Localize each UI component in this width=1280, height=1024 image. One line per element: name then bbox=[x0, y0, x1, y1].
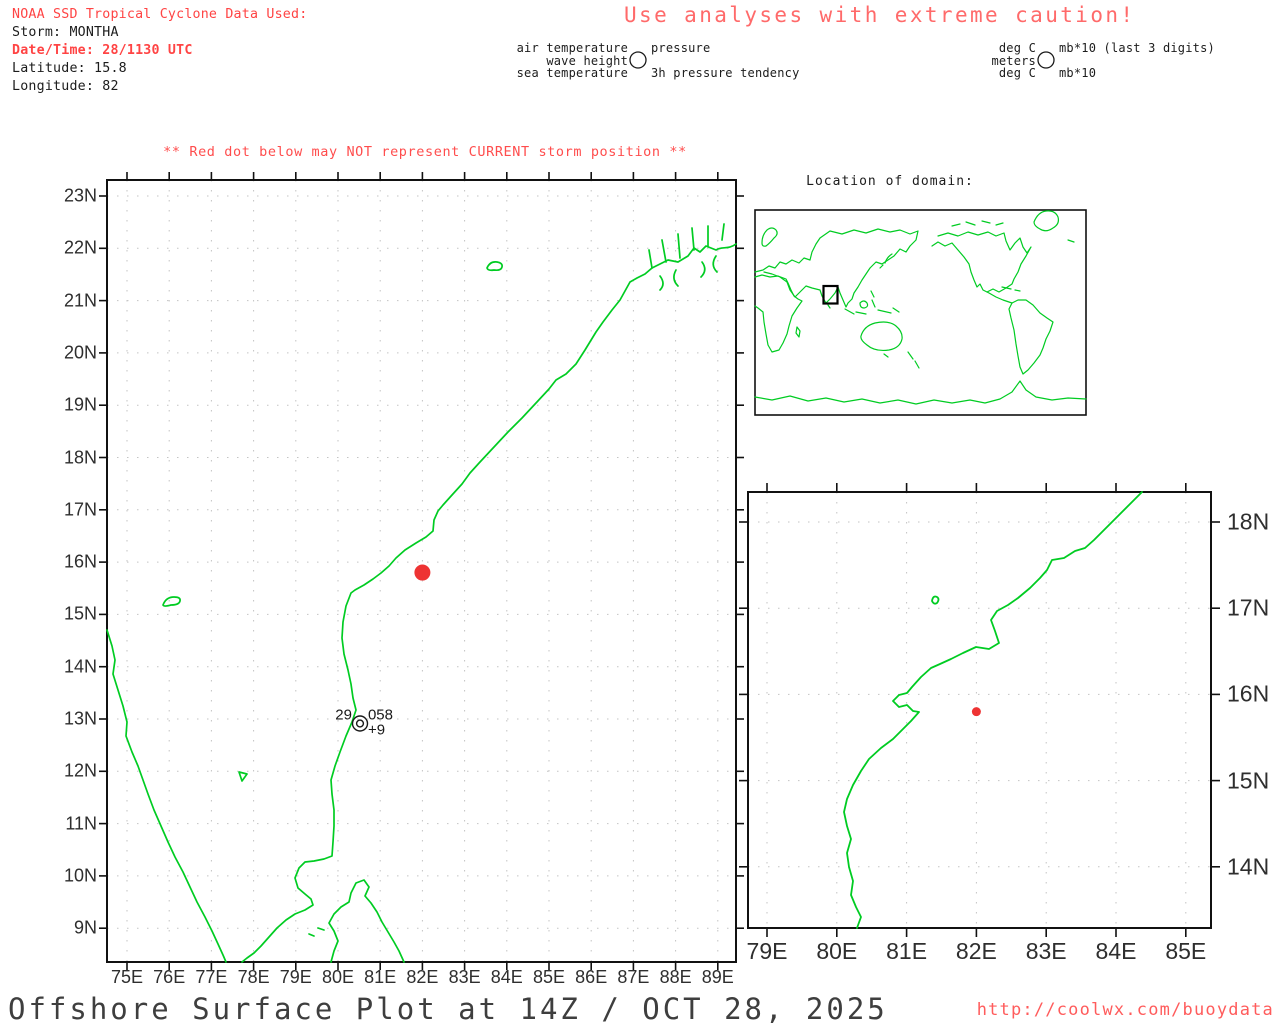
lat-tick-label: 13N bbox=[63, 708, 97, 729]
lon-tick-label: 83E bbox=[448, 967, 481, 987]
lon-tick-label: 85E bbox=[1165, 938, 1207, 964]
lat-tick-label: 18N bbox=[1227, 508, 1270, 535]
lon-tick-label: 82E bbox=[955, 938, 997, 964]
lat-tick-label: 16N bbox=[1227, 680, 1270, 707]
lon-tick-label: 87E bbox=[617, 967, 650, 987]
station-tendency-value: +9 bbox=[367, 721, 386, 739]
lon-tick-label: 80E bbox=[816, 938, 858, 964]
lon-tick-label: 79E bbox=[746, 938, 788, 964]
lon-tick-label: 89E bbox=[701, 967, 734, 987]
axis-labels-layer: 75E 76E 77E 78E 79E 80E 81E 82E 83E 84E 85E 86E 87E 8… bbox=[0, 0, 1280, 1024]
lon-tick-label: 81E bbox=[886, 938, 928, 964]
lat-tick-label: 14N bbox=[63, 656, 97, 677]
lon-tick-label: 85E bbox=[532, 967, 566, 987]
lon-tick-label: 77E bbox=[195, 967, 228, 987]
lat-tick-label: 22N bbox=[63, 237, 97, 258]
lat-tick-label: 17N bbox=[1227, 594, 1270, 621]
lon-tick-label: 75E bbox=[110, 967, 144, 987]
lat-tick-label: 11N bbox=[65, 813, 97, 834]
lat-tick-label: 12N bbox=[63, 760, 97, 781]
lon-tick-label: 81E bbox=[364, 967, 397, 987]
lon-tick-label: 83E bbox=[1025, 938, 1067, 964]
lat-tick-label: 9N bbox=[73, 917, 97, 938]
lat-tick-label: 21N bbox=[63, 290, 97, 311]
station-air-temp-value: 29 bbox=[335, 706, 352, 724]
lat-tick-label: 15N bbox=[63, 603, 97, 624]
lat-tick-label: 20N bbox=[63, 342, 97, 363]
lat-tick-label: 18N bbox=[63, 447, 97, 467]
lon-tick-label: 76E bbox=[153, 967, 186, 987]
lon-tick-label: 82E bbox=[406, 967, 439, 987]
lon-tick-label: 86E bbox=[575, 967, 608, 987]
lon-tick-label: 84E bbox=[490, 967, 523, 987]
lon-tick-label: 78E bbox=[237, 967, 270, 987]
lat-tick-label: 10N bbox=[63, 865, 97, 886]
lon-tick-label: 88E bbox=[659, 967, 692, 987]
footer-title: Offshore Surface Plot at 14Z / OCT 28, 2… bbox=[8, 992, 888, 1024]
lat-tick-label: 15N bbox=[1227, 767, 1270, 794]
lon-tick-label: 80E bbox=[321, 967, 355, 987]
lon-tick-label: 79E bbox=[279, 967, 312, 987]
buoy-plot-page: NOAA SSD Tropical Cyclone Data Used: Sto… bbox=[0, 0, 1280, 1024]
lat-tick-label: 14N bbox=[1227, 853, 1270, 880]
lon-tick-label: 84E bbox=[1095, 938, 1137, 964]
lat-tick-label: 23N bbox=[63, 185, 97, 206]
lat-tick-label: 16N bbox=[63, 551, 97, 572]
footer-url[interactable]: http://coolwx.com/buoydata bbox=[977, 1000, 1274, 1020]
lat-tick-label: 19N bbox=[63, 394, 97, 415]
lat-tick-label: 17N bbox=[63, 499, 97, 520]
